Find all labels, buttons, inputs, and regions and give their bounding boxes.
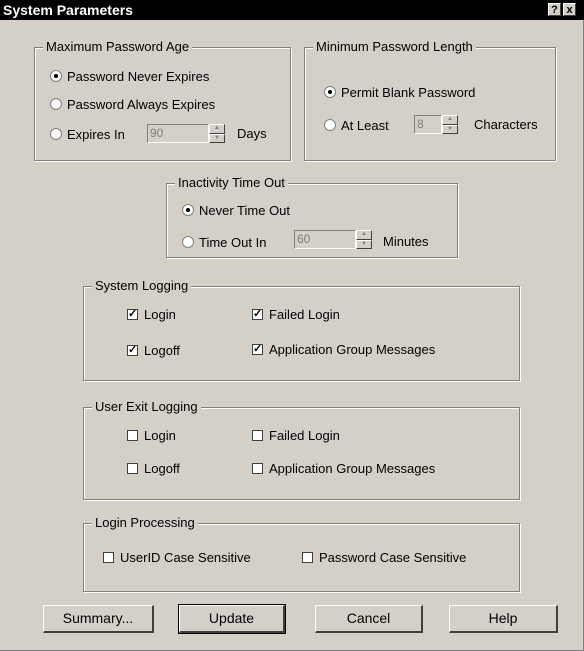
check-icon[interactable]: ✓ xyxy=(127,344,138,356)
spin-down-icon[interactable]: ▼ xyxy=(209,133,225,143)
checkbox-label: Failed Login xyxy=(269,306,340,322)
help-button[interactable]: Help xyxy=(449,605,558,633)
cancel-button[interactable]: Cancel xyxy=(315,605,423,633)
window-title: System Parameters xyxy=(3,2,133,18)
checkbox-userid-case-sensitive[interactable]: UserID Case Sensitive xyxy=(103,549,251,565)
timeout-stepper[interactable]: 60 ▲ ▼ xyxy=(294,230,372,249)
check-icon[interactable]: ✓ xyxy=(127,308,138,320)
radio-indicator[interactable] xyxy=(182,236,194,248)
group-legend: User Exit Logging xyxy=(92,399,201,415)
radio-at-least[interactable]: At Least xyxy=(324,117,389,133)
title-bar: System Parameters ? x xyxy=(0,0,584,20)
system-parameters-dialog: System Parameters ? x Maximum Password A… xyxy=(0,0,584,651)
radio-password-never-expires[interactable]: Password Never Expires xyxy=(50,68,209,84)
expires-in-field[interactable]: 90 xyxy=(147,124,209,143)
user-exit-logging-group: User Exit Logging xyxy=(83,399,520,500)
checkbox-password-case-sensitive[interactable]: Password Case Sensitive xyxy=(302,549,466,565)
checkbox-system-failed-login[interactable]: ✓ Failed Login xyxy=(252,306,340,322)
min-password-length-group: Minimum Password Length xyxy=(304,39,556,161)
checkbox-label: Password Case Sensitive xyxy=(319,549,467,565)
close-icon[interactable]: x xyxy=(563,3,576,16)
radio-indicator[interactable] xyxy=(324,86,336,98)
group-legend: System Logging xyxy=(92,278,192,294)
checkbox-box[interactable] xyxy=(127,429,138,441)
spin-up-icon[interactable]: ▲ xyxy=(356,230,372,240)
check-icon[interactable]: ✓ xyxy=(252,308,263,320)
checkbox-label: Logoff xyxy=(144,342,180,358)
spin-up-icon[interactable]: ▲ xyxy=(209,124,225,134)
update-button[interactable]: Update xyxy=(178,604,286,634)
at-least-stepper[interactable]: 8 ▲ ▼ xyxy=(414,115,458,134)
checkbox-label: Application Group Messages xyxy=(269,460,436,476)
radio-indicator[interactable] xyxy=(50,98,62,110)
checkbox-system-login[interactable]: ✓ Login xyxy=(127,306,176,322)
radio-permit-blank-password[interactable]: Permit Blank Password xyxy=(324,84,475,100)
checkbox-user-exit-failed-login[interactable]: Failed Login xyxy=(252,427,340,443)
radio-label: Expires In xyxy=(67,126,125,142)
radio-indicator[interactable] xyxy=(182,204,194,216)
checkbox-label: Failed Login xyxy=(269,427,340,443)
spin-down-icon[interactable]: ▼ xyxy=(442,124,458,134)
at-least-field[interactable]: 8 xyxy=(414,115,442,134)
checkbox-label: UserID Case Sensitive xyxy=(120,549,251,565)
checkbox-user-exit-login[interactable]: Login xyxy=(127,427,176,443)
check-icon[interactable]: ✓ xyxy=(252,343,263,355)
checkbox-box[interactable] xyxy=(103,551,114,563)
checkbox-label: Login xyxy=(144,306,176,322)
group-legend: Minimum Password Length xyxy=(313,39,476,55)
checkbox-label: Login xyxy=(144,427,176,443)
spin-up-icon[interactable]: ▲ xyxy=(442,115,458,125)
radio-label: Permit Blank Password xyxy=(341,84,476,100)
radio-time-out-in[interactable]: Time Out In xyxy=(182,234,266,250)
group-legend: Inactivity Time Out xyxy=(175,175,288,191)
expires-in-unit: Days xyxy=(237,126,267,141)
checkbox-system-logoff[interactable]: ✓ Logoff xyxy=(127,342,180,358)
radio-password-always-expires[interactable]: Password Always Expires xyxy=(50,96,215,112)
radio-label: Password Always Expires xyxy=(67,96,216,112)
timeout-unit: Minutes xyxy=(383,234,429,249)
summary-button[interactable]: Summary... xyxy=(43,605,154,633)
radio-indicator[interactable] xyxy=(324,119,336,131)
radio-indicator[interactable] xyxy=(50,70,62,82)
checkbox-box[interactable] xyxy=(252,429,263,441)
checkbox-user-exit-logoff[interactable]: Logoff xyxy=(127,460,180,476)
group-legend: Login Processing xyxy=(92,515,198,531)
checkbox-box[interactable] xyxy=(252,462,263,474)
checkbox-label: Logoff xyxy=(144,460,180,476)
checkbox-box[interactable] xyxy=(302,551,313,563)
expires-in-stepper[interactable]: 90 ▲ ▼ xyxy=(147,124,225,143)
at-least-unit: Characters xyxy=(474,117,538,132)
radio-label: Password Never Expires xyxy=(67,68,210,84)
checkbox-system-app-group-messages[interactable]: ✓ Application Group Messages xyxy=(252,341,435,357)
checkbox-user-exit-app-group-messages[interactable]: Application Group Messages xyxy=(252,460,435,476)
checkbox-box[interactable] xyxy=(127,462,138,474)
group-legend: Maximum Password Age xyxy=(43,39,193,55)
help-icon[interactable]: ? xyxy=(548,3,561,16)
system-logging-group: System Logging xyxy=(83,278,520,381)
radio-never-time-out[interactable]: Never Time Out xyxy=(182,202,290,218)
radio-label: Never Time Out xyxy=(199,202,291,218)
radio-label: At Least xyxy=(341,117,389,133)
radio-indicator[interactable] xyxy=(50,128,62,140)
timeout-field[interactable]: 60 xyxy=(294,230,356,249)
spin-down-icon[interactable]: ▼ xyxy=(356,239,372,249)
checkbox-label: Application Group Messages xyxy=(269,341,436,357)
radio-label: Time Out In xyxy=(199,234,267,250)
radio-expires-in[interactable]: Expires In xyxy=(50,126,125,142)
